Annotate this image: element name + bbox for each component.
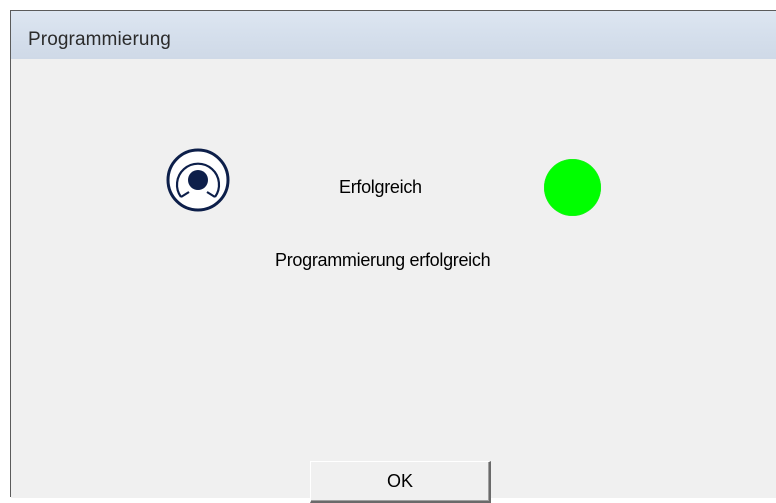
window-title: Programmierung — [28, 29, 171, 50]
dialog-content: Erfolgreich Programmierung erfolgreich O… — [11, 59, 776, 503]
status-label: Erfolgreich — [339, 177, 422, 197]
programming-dialog: Programmierung Erfolgreich Programmierun… — [10, 10, 776, 503]
title-bar[interactable]: Programmierung — [11, 11, 776, 59]
transponder-icon — [166, 148, 230, 212]
status-indicator-light — [544, 159, 601, 216]
result-message: Programmierung erfolgreich — [275, 250, 491, 270]
